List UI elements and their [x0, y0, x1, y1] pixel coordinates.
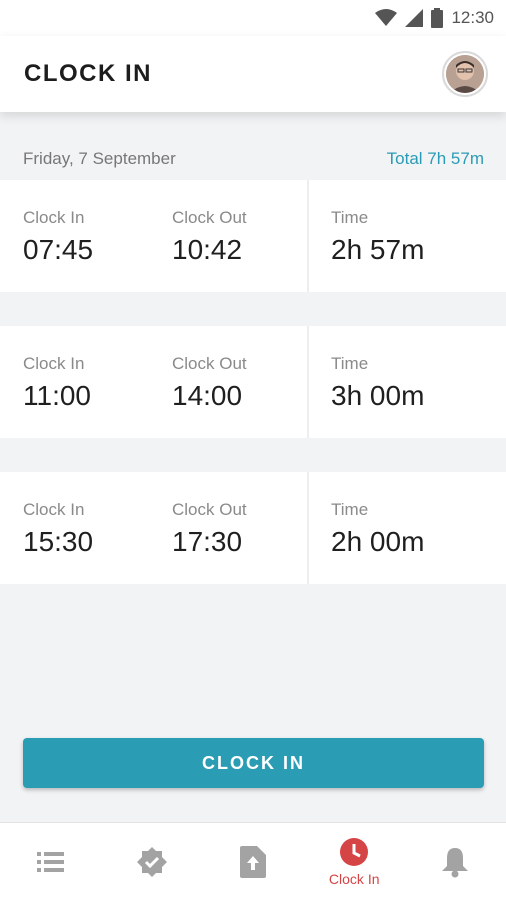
page-title: CLOCK IN: [24, 60, 152, 87]
time-entry-card[interactable]: Clock In 11:00 Clock Out 14:00 Time 3h 0…: [0, 326, 506, 438]
clock-in-label: Clock In: [23, 208, 85, 227]
clock-out-label: Clock Out: [172, 354, 247, 373]
time-entry-card[interactable]: Clock In 15:30 Clock Out 17:30 Time 2h 0…: [0, 472, 506, 584]
clock-out-cell: Clock Out 14:00: [172, 354, 247, 412]
avatar[interactable]: [442, 51, 488, 97]
entry-duration: Time 3h 00m: [309, 326, 506, 438]
clock-out-value: 10:42: [172, 234, 243, 265]
nav-item-approvals[interactable]: [101, 823, 202, 900]
clock-in-value: 11:00: [23, 380, 91, 411]
entry-duration: Time 2h 00m: [309, 472, 506, 584]
clock-out-value: 17:30: [172, 526, 243, 557]
status-time: 12:30: [451, 8, 494, 27]
time-value: 2h 57m: [331, 234, 425, 265]
clock-in-button[interactable]: CLOCK IN: [23, 738, 484, 788]
time-cell: Time 2h 57m: [331, 208, 424, 266]
date-label: Friday, 7 September: [23, 149, 176, 168]
time-label: Time: [331, 500, 369, 519]
upload-file-icon: [240, 845, 266, 878]
clock-in-label: Clock In: [23, 354, 85, 373]
clock-icon: [339, 837, 369, 867]
entry-times: Clock In 15:30 Clock Out 17:30: [0, 472, 307, 584]
clock-out-cell: Clock Out 10:42: [172, 208, 247, 266]
signal-icon: [405, 9, 424, 27]
total-time-label: Total 7h 57m: [386, 149, 484, 168]
bottom-nav: Clock In: [0, 822, 506, 900]
nav-label-clock-in: Clock In: [328, 870, 380, 887]
nav-item-upload[interactable]: [202, 823, 303, 900]
time-value: 2h 00m: [331, 526, 425, 557]
time-cell: Time 2h 00m: [331, 500, 424, 558]
clock-in-cell: Clock In 07:45: [23, 208, 93, 266]
entry-times: Clock In 11:00 Clock Out 14:00: [0, 326, 307, 438]
avatar-photo: [446, 55, 484, 93]
clock-in-label: Clock In: [23, 500, 85, 519]
clock-out-label: Clock Out: [172, 500, 247, 519]
verified-badge-icon: [136, 846, 168, 878]
clock-in-value: 07:45: [23, 234, 94, 265]
nav-item-clock-in[interactable]: Clock In: [304, 823, 405, 900]
app-bar: CLOCK IN: [0, 36, 506, 112]
clock-out-cell: Clock Out 17:30: [172, 500, 247, 558]
time-value: 3h 00m: [331, 380, 425, 411]
clock-in-value: 15:30: [23, 526, 94, 557]
battery-icon: [431, 8, 444, 28]
time-cell: Time 3h 00m: [331, 354, 424, 412]
nav-item-notifications[interactable]: [405, 823, 506, 900]
status-bar: 12:30: [0, 0, 506, 36]
day-header: Friday, 7 September Total 7h 57m: [0, 140, 506, 178]
clock-out-label: Clock Out: [172, 208, 247, 227]
entry-times: Clock In 07:45 Clock Out 10:42: [0, 180, 307, 292]
time-label: Time: [331, 208, 369, 227]
nav-item-list[interactable]: [0, 823, 101, 900]
clock-in-cell: Clock In 11:00: [23, 354, 91, 412]
clock-in-cell: Clock In 15:30: [23, 500, 93, 558]
entry-duration: Time 2h 57m: [309, 180, 506, 292]
list-icon: [36, 850, 65, 874]
bell-icon: [441, 846, 469, 878]
wifi-icon: [375, 9, 398, 27]
time-label: Time: [331, 354, 369, 373]
time-entry-card[interactable]: Clock In 07:45 Clock Out 10:42 Time 2h 5…: [0, 180, 506, 292]
clock-out-value: 14:00: [172, 380, 243, 411]
